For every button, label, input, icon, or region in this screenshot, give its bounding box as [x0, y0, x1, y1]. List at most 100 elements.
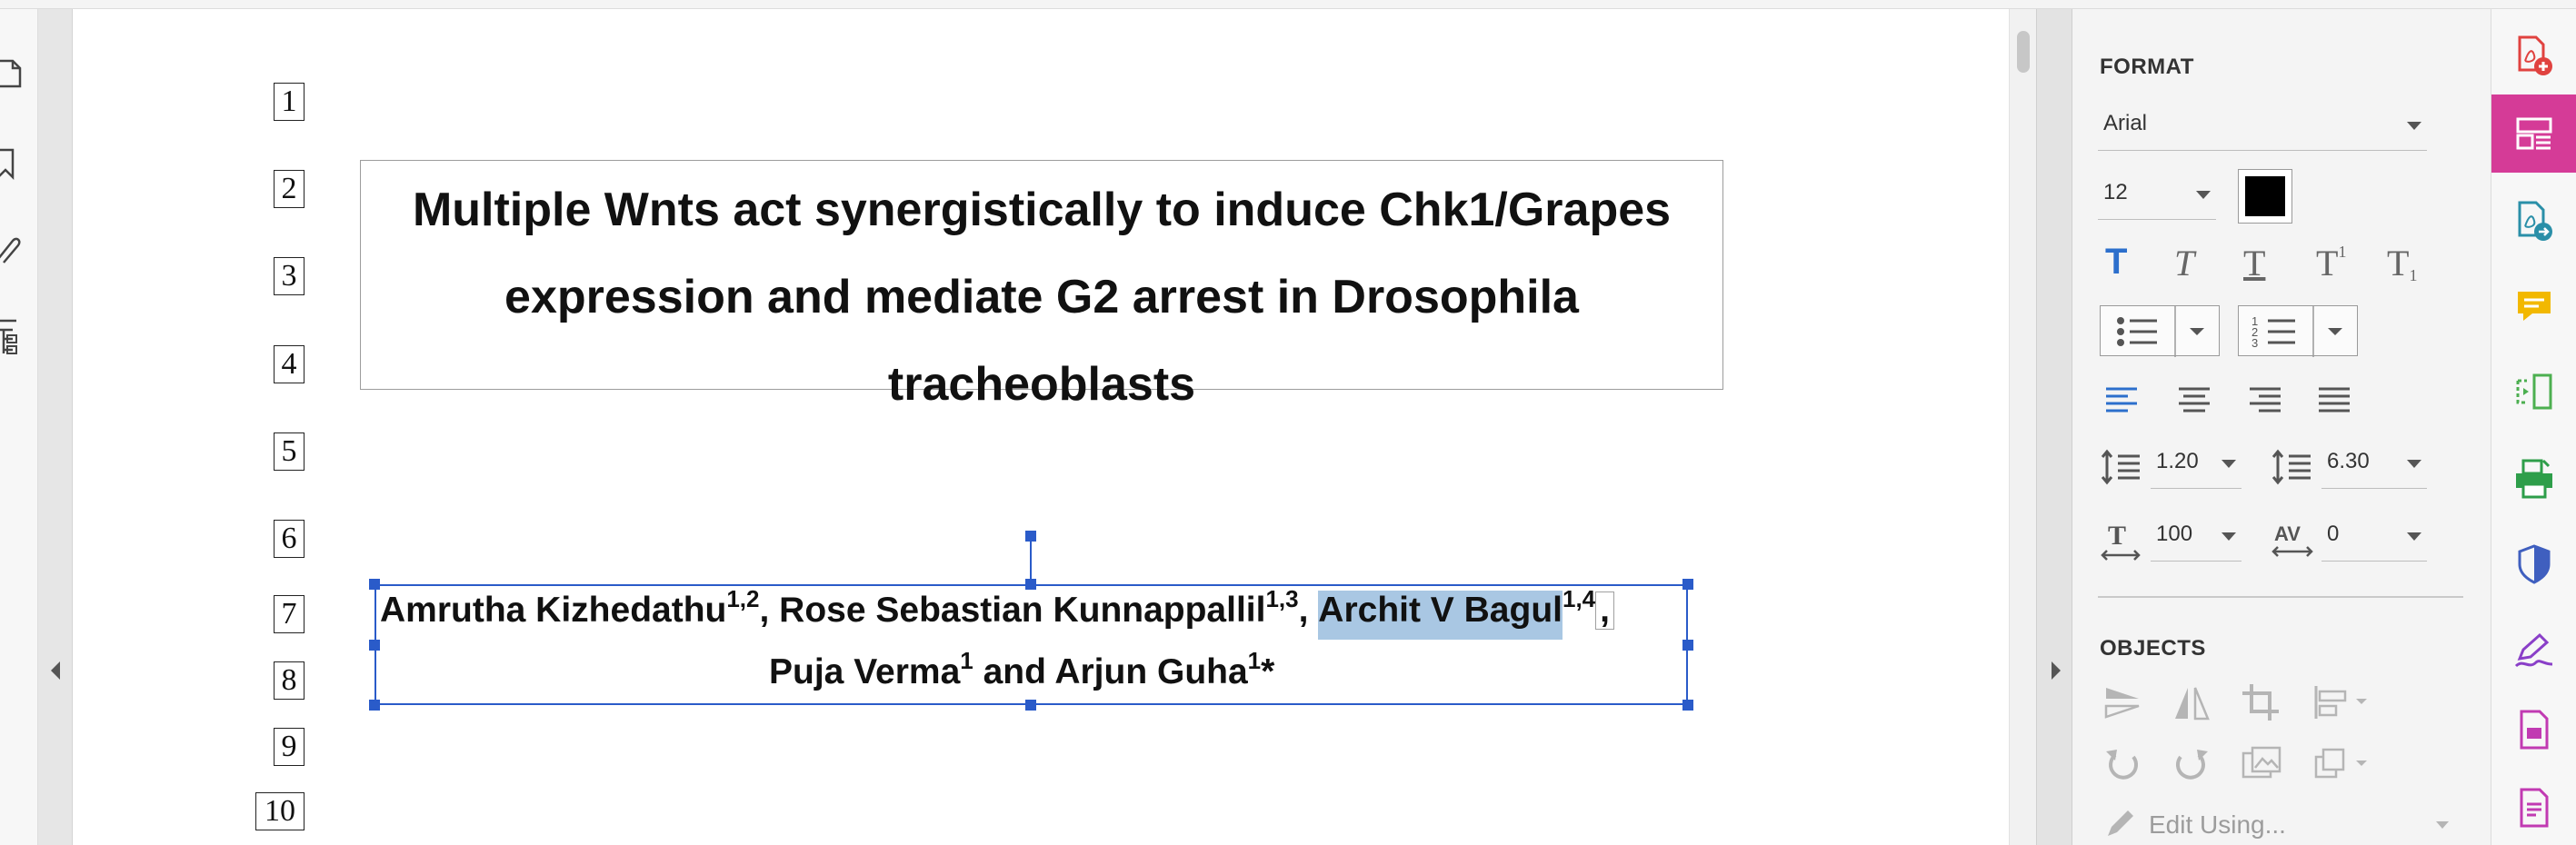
fill-sign-icon[interactable] — [2491, 612, 2576, 691]
font-family-dropdown[interactable]: Arial — [2098, 111, 2427, 151]
underline-button[interactable]: T — [2243, 242, 2265, 284]
svg-text:AV: AV — [2274, 522, 2301, 545]
affiliation-superscript: 1 — [960, 647, 973, 674]
edit-pdf-icon[interactable] — [2491, 94, 2576, 173]
affiliation-superscript: 1,4 — [1562, 585, 1596, 612]
svg-text:T: T — [2108, 521, 2126, 551]
character-spacing-icon: AV — [2271, 520, 2314, 562]
character-spacing-dropdown[interactable]: 0 — [2321, 522, 2427, 562]
edit-using-dropdown[interactable]: Edit Using... — [2149, 810, 2286, 840]
create-pdf-icon[interactable] — [2491, 16, 2576, 94]
rotation-handle[interactable] — [1025, 531, 1036, 542]
resize-handle-top-left[interactable] — [369, 579, 380, 590]
corresponding-author-mark: * — [1261, 652, 1275, 691]
author-name: Amrutha Kizhedathu — [380, 591, 727, 630]
line-spacing-value: 1.20 — [2156, 449, 2199, 473]
line-number: 3 — [274, 257, 305, 295]
subscript-button[interactable]: T1 — [2387, 242, 2417, 284]
align-objects-icon — [2314, 686, 2367, 719]
crop-button[interactable] — [2238, 680, 2283, 725]
font-size-value: 12 — [2103, 180, 2128, 204]
author-name: Arjun Guha — [1054, 652, 1248, 691]
chevron-down-icon — [2407, 460, 2421, 468]
italic-button[interactable]: T — [2174, 242, 2194, 284]
title-line-2: expression and mediate G2 arrest in Dros… — [504, 271, 1579, 323]
crop-icon — [2242, 684, 2279, 721]
redact-icon[interactable] — [2491, 769, 2576, 845]
justify-icon — [2319, 387, 2350, 413]
objects-heading: OBJECTS — [2100, 636, 2206, 661]
align-left-icon — [2106, 387, 2137, 413]
bold-button[interactable]: T — [2105, 242, 2127, 283]
panel-divider — [2098, 596, 2463, 598]
line-number: 4 — [274, 345, 305, 383]
arrange-objects-button[interactable] — [2309, 741, 2372, 787]
horizontal-scale-dropdown[interactable]: 100 — [2151, 522, 2242, 562]
chevron-down-icon — [2196, 191, 2211, 199]
line-spacing-dropdown[interactable]: 1.20 — [2151, 449, 2242, 489]
bookmark-icon[interactable] — [0, 142, 24, 187]
collapse-right-panel-icon[interactable] — [2048, 660, 2062, 681]
align-right-button[interactable] — [2247, 382, 2283, 418]
flip-vertical-button[interactable] — [2100, 680, 2145, 725]
paragraph-spacing-dropdown[interactable]: 6.30 — [2321, 449, 2427, 489]
affiliation-superscript: 1 — [1247, 647, 1262, 674]
rotate-left-button[interactable] — [2100, 741, 2145, 787]
chevron-down-icon — [2222, 460, 2236, 468]
font-size-dropdown[interactable]: 12 — [2098, 180, 2216, 220]
text-color-button[interactable] — [2238, 169, 2292, 224]
resize-handle-bottom-right[interactable] — [1682, 700, 1693, 711]
organize-pages-icon[interactable] — [2491, 353, 2576, 431]
chevron-down-icon — [2222, 532, 2236, 541]
bullet-list-button[interactable] — [2100, 305, 2220, 357]
pdf-file-icon[interactable] — [2491, 691, 2576, 769]
top-divider — [0, 0, 2576, 9]
resize-handle-left[interactable] — [369, 640, 380, 651]
page-thumbnails-icon[interactable] — [0, 51, 24, 96]
replace-image-button[interactable] — [2238, 741, 2285, 787]
pencil-icon — [2102, 803, 2140, 843]
numbered-list-button[interactable]: 1 2 3 — [2238, 305, 2358, 357]
affiliation-superscript: 1,2 — [726, 585, 760, 612]
conjunction: and — [973, 652, 1055, 691]
expand-left-panel-icon[interactable] — [49, 660, 64, 681]
acrobat-edit-window: 1 2 3 4 5 6 7 8 9 10 Multiple Wnts act s… — [0, 0, 2576, 845]
author-line-2: Puja Verma1 and Arjun Guha1* — [769, 647, 1275, 692]
affiliation-superscript: 1,3 — [1265, 585, 1299, 612]
justify-button[interactable] — [2316, 382, 2352, 418]
protect-icon[interactable] — [2491, 525, 2576, 603]
bullet-list-icon — [2117, 306, 2204, 357]
title-text-block[interactable]: Multiple Wnts act synergistically to ind… — [360, 160, 1723, 411]
align-objects-button[interactable] — [2309, 680, 2372, 725]
line-spacing-icon — [2100, 447, 2142, 487]
vertical-scrollbar[interactable] — [2009, 9, 2036, 845]
attachment-icon[interactable] — [0, 227, 24, 273]
print-production-icon[interactable] — [2491, 440, 2576, 518]
right-panel-strip — [2036, 9, 2072, 845]
resize-handle-top[interactable] — [1025, 579, 1036, 590]
rotation-handle-stem — [1030, 536, 1032, 583]
chevron-down-icon — [2436, 821, 2449, 829]
export-pdf-icon[interactable] — [2491, 182, 2576, 260]
scrollbar-thumb[interactable] — [2017, 31, 2030, 73]
chevron-down-icon — [2407, 532, 2421, 541]
align-center-button[interactable] — [2176, 382, 2212, 418]
document-page[interactable] — [73, 9, 2009, 845]
edit-using-label: Edit Using... — [2149, 810, 2286, 839]
line-number: 9 — [274, 728, 305, 766]
resize-handle-right[interactable] — [1682, 640, 1693, 651]
resize-handle-bottom[interactable] — [1025, 700, 1036, 711]
flip-horizontal-button[interactable] — [2169, 680, 2214, 725]
superscript-button[interactable]: T1 — [2316, 242, 2346, 284]
font-family-value: Arial — [2103, 111, 2148, 135]
paragraph-spacing-icon — [2271, 447, 2312, 487]
resize-handle-top-right[interactable] — [1682, 579, 1693, 590]
comment-icon[interactable] — [2491, 267, 2576, 345]
align-left-button[interactable] — [2103, 382, 2140, 418]
rotate-right-button[interactable] — [2169, 741, 2214, 787]
structure-icon[interactable] — [0, 314, 24, 360]
align-center-icon — [2179, 387, 2210, 413]
selected-text-highlight[interactable]: Archit V Bagul — [1318, 591, 1563, 640]
resize-handle-bottom-left[interactable] — [369, 700, 380, 711]
line-number: 2 — [274, 170, 305, 208]
